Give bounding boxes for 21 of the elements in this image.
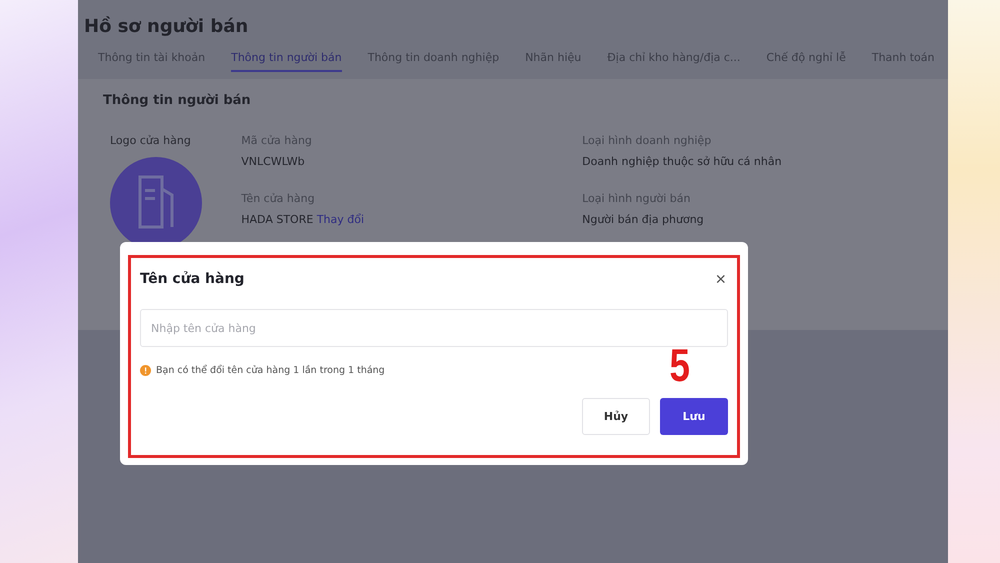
cancel-button[interactable]: Hủy [582, 398, 650, 435]
field-label: Loại hình người bán [582, 192, 692, 205]
field-value: HADA STORE [241, 213, 314, 226]
input-field[interactable]: Nhập tên cửa hàng [140, 309, 728, 347]
save-button[interactable]: Lưu [660, 398, 728, 435]
tab[interactable]: Thông tin người bán [231, 47, 342, 72]
change-link[interactable]: Thay đổi [316, 213, 364, 226]
dialog-title: Tên cửa hàng [140, 271, 244, 287]
tab[interactable]: Thanh toán [872, 47, 934, 72]
close-button[interactable]: × [713, 270, 728, 288]
field-label: Tên cửa hàng [241, 192, 316, 205]
field-value: VNLCWLWb [241, 155, 306, 168]
field-label: Mã cửa hàng [241, 134, 313, 147]
field-label: Logo cửa hàng [110, 134, 192, 147]
section-title: Thông tin người bán [103, 93, 252, 108]
field-value: Doanh nghiệp thuộc sở hữu cá nhân [582, 155, 783, 168]
field-label: Loại hình doanh nghiệp [582, 134, 712, 147]
page-title: Hồ sơ người bán [84, 16, 250, 37]
note-text: Bạn có thể đổi tên cửa hàng 1 lần trong 1 tháng [156, 365, 385, 376]
warning-icon [140, 365, 151, 376]
field-value: Người bán địa phương [582, 213, 705, 226]
